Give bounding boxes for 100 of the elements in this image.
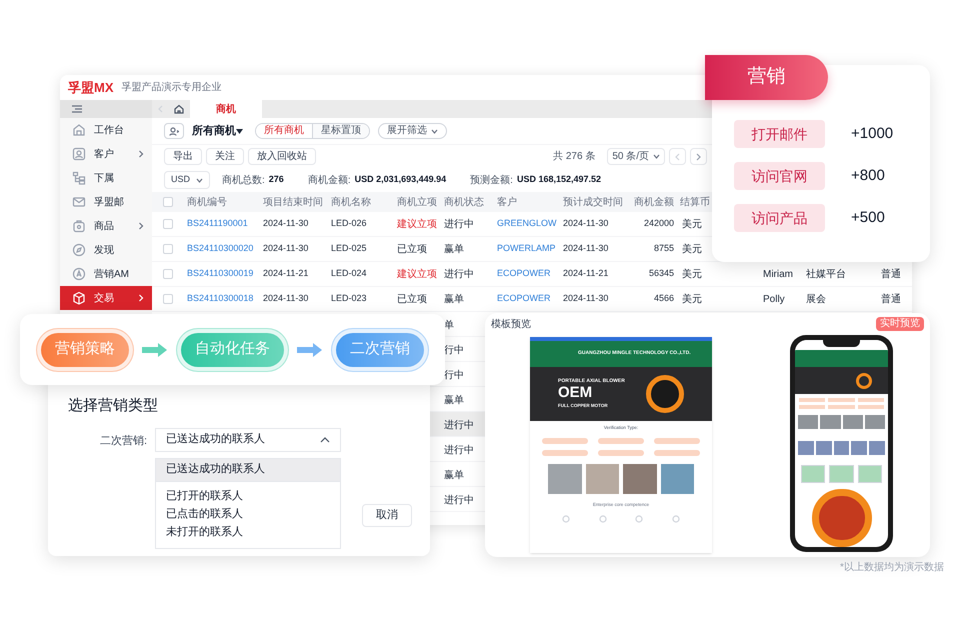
sidebar-item[interactable]: 交易: [60, 286, 152, 310]
sidebar-item[interactable]: 工作台: [60, 118, 152, 142]
sidebar-label: 工作台: [94, 124, 125, 138]
dropdown-option[interactable]: 已打开的联系人: [156, 488, 340, 506]
tab[interactable]: 商机: [190, 100, 262, 118]
checkbox[interactable]: [162, 244, 172, 254]
record-link[interactable]: BS24110300020: [183, 242, 259, 256]
column-header[interactable]: 商机状态: [444, 194, 484, 210]
record-link[interactable]: BS2411190001: [183, 217, 259, 231]
dropdown-option[interactable]: 未打开的联系人: [156, 524, 340, 542]
cancel-button[interactable]: 取消: [362, 504, 412, 526]
column-header[interactable]: 客户: [497, 194, 517, 210]
record-link[interactable]: BS24110300019: [183, 267, 259, 281]
table-cell-text: 普通: [880, 292, 902, 306]
photo-placeholder: [660, 464, 694, 494]
info-line: [542, 438, 588, 444]
table-cell: 进行中: [444, 445, 474, 456]
stat-label: 商机金额:: [308, 174, 351, 188]
sidebar-item[interactable]: 营销AM: [60, 262, 152, 286]
table-cell-text: 已立项: [396, 242, 428, 256]
footnote: *以上数据均为演示数据: [840, 560, 944, 575]
chevron-down-icon: [653, 154, 660, 159]
dropdown-option[interactable]: 已送达成功的联系人: [156, 458, 340, 482]
compass-icon: [72, 243, 86, 257]
chevron-right-icon: [696, 152, 701, 160]
view-title[interactable]: 所有商机: [192, 122, 236, 140]
sidebar-label: 下属: [94, 172, 115, 186]
photo-placeholder: [548, 464, 582, 494]
record-link[interactable]: BS24110300018: [183, 292, 259, 306]
customer-link[interactable]: ECOPOWER: [493, 292, 559, 306]
next-page-button[interactable]: [690, 148, 707, 165]
table-cell-text: 2024-11-30: [262, 217, 310, 230]
stat-label: 商机总数:: [222, 174, 265, 188]
customer-link[interactable]: POWERLAMP: [493, 242, 559, 256]
filter-button[interactable]: 展开筛选: [378, 123, 447, 139]
column-header[interactable]: 项目结束时间: [263, 194, 323, 210]
column-header[interactable]: 商机金额: [634, 194, 674, 210]
customer-link[interactable]: ECOPOWER: [493, 267, 559, 281]
feature-icon: [672, 514, 680, 522]
table-cell-text: 2024-11-30: [262, 242, 310, 256]
sidebar-item[interactable]: 商品: [60, 214, 152, 238]
column-header[interactable]: 预计成交时间: [563, 194, 623, 210]
action-tag: 访问产品: [734, 204, 825, 232]
field-label: 二次营销:: [98, 434, 148, 448]
table-cell-text: Miriam: [762, 268, 794, 282]
previous-page-button[interactable]: [669, 148, 686, 165]
segment-tab[interactable]: 星标置顶: [312, 124, 369, 138]
feature-icon: [562, 514, 570, 522]
photo-placeholder: [623, 464, 656, 494]
stat-value: 276: [268, 173, 284, 186]
table-cell-text: 4566: [652, 292, 675, 306]
info-line: [654, 438, 700, 444]
table-cell-text: 美元: [681, 292, 703, 306]
fan-drawing: [646, 375, 684, 413]
menu-icon[interactable]: [72, 105, 82, 113]
action-button[interactable]: 关注: [206, 148, 244, 165]
checkbox[interactable]: [162, 219, 172, 229]
table-cell: 单: [444, 320, 454, 331]
total-count: 共 276 条: [553, 150, 596, 164]
sidebar-item[interactable]: 客户: [60, 142, 152, 166]
home-icon: [174, 104, 184, 114]
score-value: +1000: [851, 124, 894, 144]
page-size-select[interactable]: 50 条/页: [607, 148, 665, 165]
dialog-title: 选择营销类型: [68, 396, 159, 416]
user-icon: [72, 147, 86, 161]
table-cell: 赢单: [444, 395, 464, 406]
table-cell-text: LED-025: [330, 242, 368, 256]
sidebar-label: 发现: [94, 244, 115, 258]
info-line: [654, 450, 700, 456]
sidebar-label: 交易: [94, 292, 115, 306]
action-button[interactable]: 导出: [164, 148, 202, 165]
column-header[interactable]: 商机编号: [187, 194, 227, 210]
score-value: +800: [851, 166, 885, 186]
sidebar-item[interactable]: 下属: [60, 166, 152, 190]
checkbox[interactable]: [162, 269, 172, 279]
feature-icon: [635, 514, 644, 522]
info-line: [598, 450, 644, 456]
column-header[interactable]: 商机名称: [331, 194, 371, 210]
column-header[interactable]: 结算币: [680, 194, 710, 210]
sidebar-item[interactable]: 孚盟邮: [60, 190, 152, 214]
select-field[interactable]: 已送达成功的联系人: [155, 428, 341, 452]
table-cell-text: 赢单: [443, 292, 465, 306]
letter-a-icon: [72, 267, 86, 281]
dropdown-option[interactable]: 已点击的联系人: [156, 506, 340, 524]
customer-link[interactable]: GREENGLOW: [493, 217, 559, 231]
photo-placeholder: [586, 464, 619, 494]
checkbox[interactable]: [162, 294, 172, 304]
currency-select[interactable]: USD: [164, 171, 210, 189]
checkbox[interactable]: [162, 197, 172, 207]
table-cell-text: 2024-11-30: [262, 292, 310, 306]
sidebar-item[interactable]: 发现: [60, 238, 152, 262]
sidebar-label: 商品: [94, 220, 115, 234]
table-cell-text: 56345: [648, 267, 675, 280]
table-cell-text: 进行中: [443, 268, 475, 282]
column-header[interactable]: 商机立项: [397, 194, 437, 210]
user-filter-button[interactable]: [164, 123, 184, 139]
table-cell-text: 2024-11-30: [562, 242, 610, 256]
action-button[interactable]: 放入回收站: [248, 148, 316, 165]
table-cell-text: LED-023: [330, 292, 368, 306]
sidebar-label: 营销AM: [94, 268, 130, 282]
